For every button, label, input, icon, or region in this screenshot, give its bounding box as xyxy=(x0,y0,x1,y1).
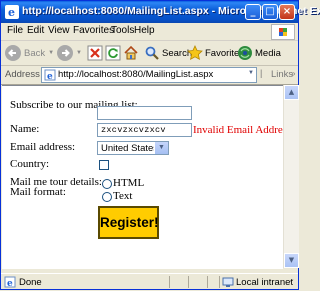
status-bar: e Done Local intranet ⋰ xyxy=(1,273,298,291)
svg-text:e: e xyxy=(7,279,13,288)
toolbar: Back ▼ ▼ Search Favorites Media xyxy=(1,41,298,66)
ie-icon: e xyxy=(5,5,19,19)
country-label: Country: xyxy=(10,158,50,170)
vertical-scrollbar[interactable]: ▲ ▼ xyxy=(283,85,299,268)
browser-window: e http://localhost:8080/MailingList.aspx… xyxy=(0,0,320,291)
email-error-message: Invalid Email Address xyxy=(193,124,292,136)
refresh-button[interactable] xyxy=(105,44,121,62)
menu-view[interactable]: View xyxy=(48,25,70,36)
media-button[interactable]: Media xyxy=(237,44,281,62)
done-page-icon: e xyxy=(4,276,16,288)
maximize-button[interactable]: □ xyxy=(262,4,278,20)
scroll-up-arrow-icon[interactable]: ▲ xyxy=(284,85,299,100)
address-input[interactable]: e http://localhost:8080/MailingList.aspx… xyxy=(41,67,257,83)
links-button[interactable]: Links xyxy=(271,69,293,80)
menu-help[interactable]: Help xyxy=(134,25,155,36)
address-separator: | xyxy=(260,68,263,78)
windows-logo-icon xyxy=(271,24,295,40)
name-field[interactable] xyxy=(97,106,192,120)
media-icon xyxy=(238,46,252,60)
menu-file[interactable]: File xyxy=(7,25,23,36)
back-button[interactable]: Back ▼ xyxy=(5,44,54,62)
forward-dropdown-icon[interactable]: ▼ xyxy=(76,50,82,56)
close-button[interactable]: × xyxy=(279,4,295,20)
format-text-label: Text xyxy=(113,190,133,202)
refresh-icon xyxy=(105,45,121,61)
page-icon: e xyxy=(44,69,56,81)
country-dropdown-icon[interactable]: ▼ xyxy=(154,142,168,154)
stop-icon xyxy=(87,45,103,61)
email-value: zxcvzxcvzxcv xyxy=(101,125,166,135)
title-bar: e http://localhost:8080/MailingList.aspx… xyxy=(1,1,320,23)
menu-favorites[interactable]: Favorites xyxy=(73,25,114,36)
address-label: Address xyxy=(5,69,40,80)
back-label: Back xyxy=(24,47,46,59)
back-arrow-icon xyxy=(5,45,21,61)
country-select[interactable]: United States ▼ xyxy=(97,141,169,155)
scroll-down-arrow-icon[interactable]: ▼ xyxy=(284,253,299,268)
local-intranet-icon xyxy=(222,277,234,287)
name-label: Name: xyxy=(10,123,40,135)
back-dropdown-icon[interactable]: ▼ xyxy=(48,50,54,56)
zone-text: Local intranet xyxy=(236,277,294,288)
minimize-button[interactable]: _ xyxy=(245,4,261,20)
search-button[interactable]: Search xyxy=(144,44,192,62)
address-dropdown-icon[interactable]: ▼ xyxy=(248,70,254,76)
favorites-star-icon xyxy=(187,45,203,60)
register-button[interactable]: Register! xyxy=(98,206,159,239)
address-url: http://localhost:8080/MailingList.aspx xyxy=(58,69,214,80)
menu-bar: File Edit View Favorites Tools Help xyxy=(1,23,298,41)
tour-checkbox[interactable] xyxy=(99,160,109,170)
stop-button[interactable] xyxy=(87,44,103,62)
country-selected: United States xyxy=(101,143,159,154)
favorites-button[interactable]: Favorites xyxy=(187,44,244,62)
home-button[interactable] xyxy=(123,44,139,62)
forward-button[interactable]: ▼ xyxy=(57,44,82,62)
page-content: Subscribe to our mailing list: Name: Ema… xyxy=(2,85,291,269)
forward-arrow-icon xyxy=(57,45,73,61)
address-bar: Address e http://localhost:8080/MailingL… xyxy=(1,66,298,85)
svg-text:e: e xyxy=(8,6,15,19)
format-html-label: HTML xyxy=(113,177,145,189)
links-chevron-icon[interactable]: » xyxy=(291,69,295,78)
status-text: Done xyxy=(19,277,42,288)
email-label: Email address: xyxy=(10,141,76,153)
menu-edit[interactable]: Edit xyxy=(27,25,44,36)
svg-text:e: e xyxy=(47,72,53,81)
format-text-radio[interactable] xyxy=(102,192,112,202)
format-html-radio[interactable] xyxy=(102,179,112,189)
resize-grip-icon[interactable]: ⋰ xyxy=(287,278,294,286)
home-icon xyxy=(124,45,138,60)
search-icon xyxy=(145,46,159,60)
media-label: Media xyxy=(255,47,281,59)
format-label: Mail format: xyxy=(10,186,66,198)
menu-tools[interactable]: Tools xyxy=(111,25,134,36)
email-field[interactable]: zxcvzxcvzxcv xyxy=(97,123,192,137)
